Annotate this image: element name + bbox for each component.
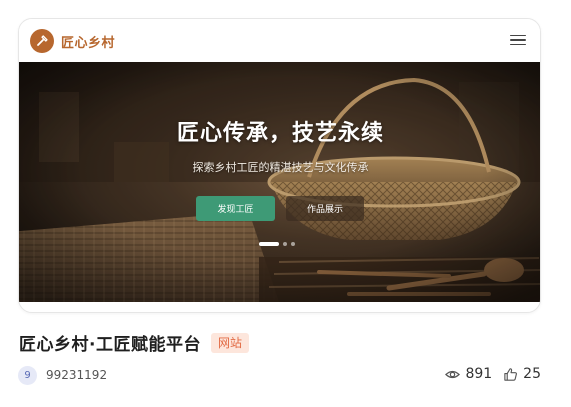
category-tag[interactable]: 网站 bbox=[210, 332, 249, 353]
post-stats: 891 25 bbox=[445, 366, 541, 382]
discover-craftsmen-button[interactable]: 发现工匠 bbox=[196, 196, 275, 221]
post-meta: 9 99231192 891 25 bbox=[18, 366, 541, 385]
preview-card[interactable]: 匠心乡村 匠心传承，技艺永续 探索乡村工匠的精湛技艺与文化传承 发现工匠 作品展… bbox=[18, 18, 541, 313]
post-title-row: 匠心乡村·工匠赋能平台 网站 bbox=[19, 330, 249, 355]
hero-banner: 匠心传承，技艺永续 探索乡村工匠的精湛技艺与文化传承 发现工匠 作品展示 bbox=[19, 62, 540, 302]
views-stat: 891 bbox=[445, 366, 492, 382]
user-id[interactable]: 99231192 bbox=[46, 368, 107, 382]
views-count: 891 bbox=[465, 366, 493, 382]
hero-title: 匠心传承，技艺永续 bbox=[176, 121, 384, 146]
brand-name[interactable]: 匠心乡村 bbox=[61, 32, 115, 51]
carousel-indicator bbox=[259, 242, 295, 246]
carousel-dot-3[interactable] bbox=[291, 242, 295, 246]
works-showcase-button[interactable]: 作品展示 bbox=[286, 196, 364, 221]
thumbs-up-icon[interactable] bbox=[503, 367, 518, 382]
hero-subtitle: 探索乡村工匠的精湛技艺与文化传承 bbox=[192, 161, 369, 174]
eye-icon bbox=[445, 370, 461, 378]
hero-background-illustration bbox=[19, 62, 540, 302]
post-title[interactable]: 匠心乡村·工匠赋能平台 bbox=[19, 330, 201, 355]
likes-count: 25 bbox=[523, 366, 541, 382]
avatar[interactable]: 9 bbox=[18, 366, 37, 385]
hamburger-menu-icon[interactable] bbox=[510, 31, 526, 49]
site-navbar: 匠心乡村 bbox=[19, 19, 540, 62]
carousel-dot-1[interactable] bbox=[259, 242, 279, 246]
likes-stat[interactable]: 25 bbox=[503, 366, 541, 382]
hammer-icon[interactable] bbox=[30, 29, 54, 53]
carousel-dot-2[interactable] bbox=[283, 242, 287, 246]
